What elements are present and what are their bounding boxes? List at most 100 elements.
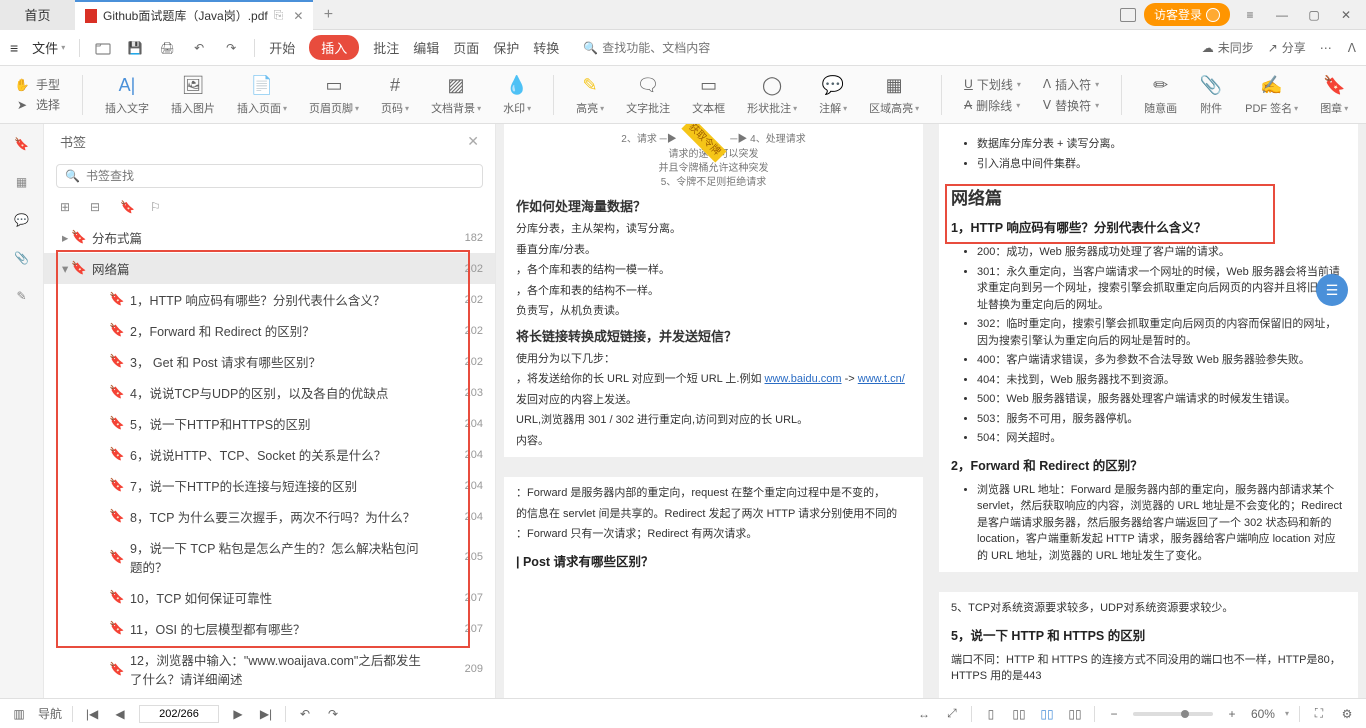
freehand-button[interactable]: ✏随意画 [1144, 73, 1177, 116]
bookmark-item[interactable]: 🔖6，说说HTTP、TCP、Socket 的关系是什么？204 [44, 439, 495, 470]
last-page-icon[interactable]: ▶| [257, 705, 275, 723]
textbox-button[interactable]: ▭文本框 [692, 73, 725, 116]
open-icon[interactable] [94, 39, 112, 57]
attach-button[interactable]: 📎附件 [1199, 73, 1223, 116]
document-area[interactable]: 2、请求 ─▶ 获取令牌 ─▶ 4、处理请求 请求的速率可以突发 并且令牌桶允许… [496, 124, 1366, 698]
bookmark-item[interactable]: 🔖11，OSI 的七层模型都有哪些？207 [44, 613, 495, 644]
comment-tab-icon[interactable]: 💬 [12, 210, 32, 230]
close-tab-icon[interactable]: ✕ [293, 9, 303, 23]
menu-page[interactable]: 页面 [453, 38, 479, 57]
zoom-in-icon[interactable]: + [1223, 705, 1241, 723]
bookmark-search[interactable]: 🔍 [56, 164, 483, 188]
select-tool[interactable]: ➤选择 [14, 96, 60, 113]
bookmark-item[interactable]: 🔖9，说一下 TCP 粘包是怎么产生的？怎么解决粘包问题的？205 [44, 532, 495, 582]
single-page-icon[interactable]: ▯ [982, 705, 1000, 723]
next-page-icon[interactable]: ▶ [229, 705, 247, 723]
bookmark-item[interactable]: 🔖3， Get 和 Post 请求有哪些区别？202 [44, 346, 495, 377]
collapse-all-icon[interactable]: ⊟ [90, 200, 106, 216]
close-panel-icon[interactable]: ✕ [467, 133, 479, 150]
collapse-ribbon-icon[interactable]: ᐱ [1348, 41, 1356, 55]
page-number-button[interactable]: #页码▾ [381, 73, 409, 116]
floating-action-icon[interactable]: ☰ [1316, 274, 1348, 306]
tab-home[interactable]: 首页 [0, 0, 75, 30]
window-menu-icon[interactable]: ≡ [1238, 5, 1262, 25]
bookmark-opts-icon[interactable]: ⚐ [150, 200, 166, 216]
rotate-left-icon[interactable]: ↶ [296, 705, 314, 723]
single-scroll-icon[interactable]: ▯▯ [1010, 705, 1028, 723]
bookmark-item[interactable]: 🔖1，HTTP 响应码有哪些？分别代表什么含义？202 [44, 284, 495, 315]
insert-image-button[interactable]: 🖼插入图片 [171, 73, 215, 116]
doc-bg-button[interactable]: ▨文档背景▾ [431, 73, 481, 116]
more-icon[interactable]: ⋯ [1320, 41, 1334, 55]
watermark-button[interactable]: 💧水印▾ [503, 73, 531, 116]
bookmark-search-input[interactable] [86, 169, 474, 183]
unsync-status[interactable]: ☁ 未同步 [1202, 39, 1254, 56]
search-input[interactable] [602, 41, 752, 55]
bookmark-item[interactable]: 🔖12，浏览器中输入："www.woaijava.com"之后都发生了什么？请详… [44, 644, 495, 694]
shape-annot-button[interactable]: ◯形状批注▾ [747, 73, 797, 116]
menu-edit[interactable]: 编辑 [413, 38, 439, 57]
link[interactable]: www.baidu.com [765, 373, 842, 385]
login-button[interactable]: 访客登录 [1144, 3, 1230, 26]
menu-convert[interactable]: 转换 [533, 38, 559, 57]
link[interactable]: www.t.cn/ [858, 373, 905, 385]
settings-icon[interactable]: ⚙ [1338, 705, 1356, 723]
expand-all-icon[interactable]: ⊞ [60, 200, 76, 216]
bookmark-tab-icon[interactable]: 🔖 [12, 134, 32, 154]
stamp-button[interactable]: 🔖图章▾ [1320, 73, 1348, 116]
close-window-icon[interactable]: ✕ [1334, 5, 1358, 25]
zoom-out-icon[interactable]: − [1105, 705, 1123, 723]
two-page-icon[interactable]: ▯▯ [1038, 705, 1056, 723]
insert-page-button[interactable]: 📄插入页面▾ [237, 73, 287, 116]
attach-tab-icon[interactable]: 📎 [12, 248, 32, 268]
menu-start[interactable]: 开始 [269, 38, 295, 57]
hand-tool[interactable]: ✋手型 [14, 76, 60, 93]
bookmark-chapter[interactable]: ▾🔖网络篇202 [44, 253, 495, 284]
prev-page-icon[interactable]: ◀ [111, 705, 129, 723]
sign-button[interactable]: ✍PDF 签名▾ [1245, 73, 1298, 116]
undo-icon[interactable]: ↶ [190, 39, 208, 57]
nav-icon[interactable]: ▥ [10, 705, 28, 723]
share-button[interactable]: ↗ 分享 [1268, 39, 1306, 56]
strike-button[interactable]: A 删除线▾ [964, 97, 1021, 114]
text-annot-button[interactable]: 🗨文字批注 [626, 73, 670, 116]
highlight-button[interactable]: ✎高亮▾ [576, 73, 604, 116]
edit-tab-icon[interactable]: ✎ [12, 286, 32, 306]
replace-button[interactable]: ᐯ 替换符▾ [1043, 97, 1099, 114]
hamburger-icon[interactable]: ≡ [10, 40, 18, 56]
bookmark-chapter[interactable]: ▸🔖分布式篇182 [44, 222, 495, 253]
zoom-dropdown-icon[interactable]: ▾ [1285, 709, 1289, 718]
device-icon[interactable] [1120, 8, 1136, 22]
bookmark-item[interactable]: 🔖10，TCP 如何保证可靠性207 [44, 582, 495, 613]
page-input[interactable] [139, 705, 219, 723]
search-box[interactable]: 🔍 [583, 41, 752, 55]
header-footer-button[interactable]: ▭页眉页脚▾ [309, 73, 359, 116]
bookmark-item[interactable]: 🔖2，Forward 和 Redirect 的区别？202 [44, 315, 495, 346]
menu-annotate[interactable]: 批注 [373, 38, 399, 57]
maximize-icon[interactable]: ▢ [1302, 5, 1326, 25]
save-icon[interactable]: 💾 [126, 39, 144, 57]
menu-insert[interactable]: 插入 [309, 35, 359, 60]
bookmark-item[interactable]: 🔖8，TCP 为什么要三次握手，两次不行吗？为什么？204 [44, 501, 495, 532]
fit-width-icon[interactable]: ↔ [915, 705, 933, 723]
bookmark-item[interactable]: 🔖7，说一下HTTP的长连接与短连接的区别204 [44, 470, 495, 501]
new-bookmark-icon[interactable]: 🔖 [120, 200, 136, 216]
underline-button[interactable]: U 下划线▾ [964, 76, 1021, 93]
file-menu[interactable]: 文件▾ [32, 38, 65, 57]
tab-add[interactable]: + [313, 6, 343, 24]
nav-label[interactable]: 导航 [38, 705, 62, 722]
bookmark-item[interactable]: 🔖5，说一下HTTP和HTTPS的区别204 [44, 408, 495, 439]
print-icon[interactable]: 🖨 [158, 39, 176, 57]
bookmark-item[interactable]: 🔖4，说说TCP与UDP的区别，以及各自的优缺点203 [44, 377, 495, 408]
caret-button[interactable]: ᐱ 插入符▾ [1043, 76, 1099, 93]
menu-protect[interactable]: 保护 [493, 38, 519, 57]
two-scroll-icon[interactable]: ▯▯ [1066, 705, 1084, 723]
minimize-icon[interactable]: — [1270, 5, 1294, 25]
comment-button[interactable]: 💬注解▾ [819, 73, 847, 116]
tab-document[interactable]: Github面试题库（Java岗）.pdf ⎘ ✕ [75, 0, 313, 30]
insert-text-button[interactable]: A|插入文字 [105, 73, 149, 116]
first-page-icon[interactable]: |◀ [83, 705, 101, 723]
area-highlight-button[interactable]: ▦区域高亮▾ [869, 73, 919, 116]
redo-icon[interactable]: ↷ [222, 39, 240, 57]
fullscreen-icon[interactable]: ⛶ [1310, 705, 1328, 723]
